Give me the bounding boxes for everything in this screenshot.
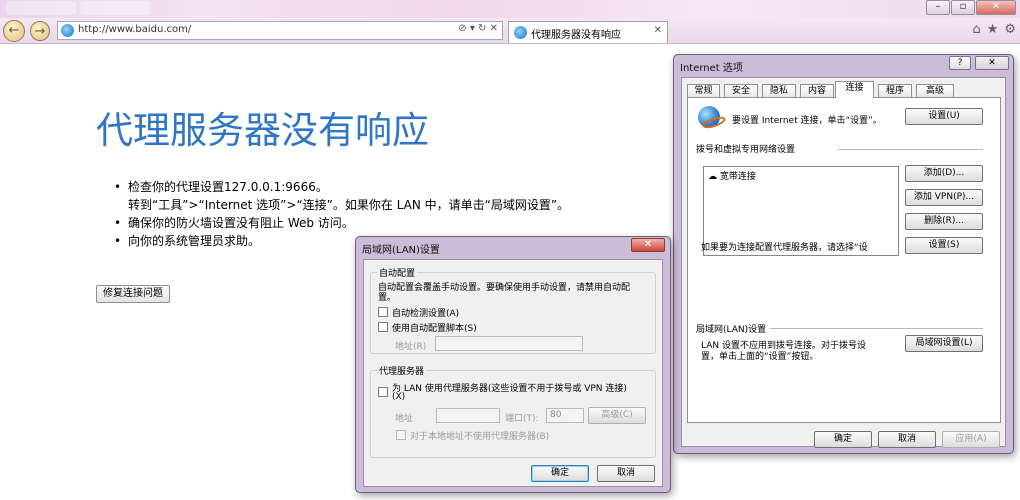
window-controls: – ▫ ✕	[925, 0, 1016, 15]
list-item-label: 宽带连接	[719, 172, 756, 182]
ok-button[interactable]: 确定	[531, 465, 589, 482]
help-button[interactable]: ?	[949, 56, 971, 70]
proxy-address-label: 地址	[395, 414, 414, 424]
forward-arrow-icon: →	[34, 24, 46, 39]
globe-icon	[698, 106, 720, 128]
bypass-local-label[interactable]: 对于本地地址不使用代理服务器(B)	[410, 429, 549, 442]
advanced-button[interactable]: 高级(C)	[588, 407, 646, 424]
auto-config-text: 置。	[378, 293, 397, 303]
dialog-body: 自动配置 自动配置会覆盖手动设置。要确保使用手动设置，请禁用自动配 置。 自动检…	[363, 259, 663, 487]
tab-content[interactable]: 内容	[800, 84, 834, 98]
divider	[770, 328, 983, 329]
close-window-button[interactable]: ✕	[976, 0, 1016, 15]
settings-button[interactable]: 设置(S)	[905, 237, 983, 254]
group-title: 代理服务器	[377, 364, 427, 377]
close-dialog-button[interactable]: ✕	[975, 56, 1009, 70]
use-proxy-label[interactable]: (X)	[392, 392, 405, 402]
list-item: 检查你的代理设置127.0.0.1:9666。 转到“工具”>“Internet…	[114, 178, 569, 214]
back-button[interactable]: ←	[3, 20, 25, 42]
proxy-hint-text: 如果要为连接配置代理服务器，请选择“设	[701, 243, 868, 253]
ok-button[interactable]: 确定	[814, 431, 872, 448]
list-item-text: 检查你的代理设置127.0.0.1:9666。	[128, 180, 328, 194]
home-icon[interactable]: ⌂	[972, 22, 980, 37]
list-item-text: 转到“工具”>“Internet 选项”>“连接”。如果你在 LAN 中，请单击…	[128, 198, 570, 212]
cancel-button[interactable]: 取消	[597, 465, 655, 482]
tab-programs[interactable]: 程序	[878, 84, 912, 98]
connections-panel: 要设置 Internet 连接，单击“设置”。 设置(U) 拨号和虚拟专用网络设…	[687, 97, 1001, 423]
bypass-local-checkbox[interactable]	[396, 430, 406, 440]
list-item[interactable]: ☁ 宽带连接	[708, 169, 756, 182]
dialog-title: Internet 选项	[680, 63, 743, 74]
script-address-label: 地址(R)	[395, 342, 427, 352]
tab-security[interactable]: 安全	[724, 84, 758, 98]
setup-button[interactable]: 设置(U)	[905, 108, 983, 125]
auto-detect-label[interactable]: 自动检测设置(A)	[392, 306, 459, 319]
tab-general[interactable]: 常规	[687, 84, 720, 98]
fix-connection-button[interactable]: 修复连接问题	[96, 285, 170, 303]
favorites-bar: ⌂ ★ ⚙	[972, 22, 1016, 37]
navigation-bar: ← → http://www.baidu.com/ ⊘ ▾ ↻ ✕ 代理服务器没…	[0, 18, 1020, 44]
ie-tab-icon	[514, 26, 527, 39]
address-text[interactable]: http://www.baidu.com/	[78, 24, 191, 35]
cancel-button[interactable]: 取消	[878, 431, 936, 448]
tab-connections[interactable]: 连接	[835, 81, 874, 98]
address-bar[interactable]: http://www.baidu.com/ ⊘ ▾ ↻ ✕	[57, 21, 503, 40]
script-address-input[interactable]	[435, 336, 583, 351]
use-proxy-checkbox[interactable]	[378, 387, 388, 397]
address-tools[interactable]: ⊘ ▾ ↻ ✕	[458, 23, 498, 34]
forward-button[interactable]: →	[30, 21, 50, 41]
divider	[838, 149, 983, 150]
lan-settings-dialog: 局域网(LAN)设置 ✕ 自动配置 自动配置会覆盖手动设置。要确保使用手动设置，…	[355, 236, 671, 493]
port-label: 端口(T):	[505, 414, 539, 424]
auto-detect-checkbox[interactable]	[378, 307, 388, 317]
dialup-header: 拨号和虚拟专用网络设置	[696, 145, 796, 155]
apply-button[interactable]: 应用(A)	[942, 431, 1000, 448]
use-script-checkbox[interactable]	[378, 322, 388, 332]
group-title: 自动配置	[377, 266, 418, 279]
use-proxy-label[interactable]: 为 LAN 使用代理服务器(这些设置不用于拨号或 VPN 连接)	[392, 381, 627, 394]
tab-close-icon[interactable]: ✕	[654, 25, 662, 36]
page-title: 代理服务器没有响应	[96, 109, 429, 152]
tab-privacy[interactable]: 隐私	[762, 84, 796, 98]
auto-config-text: 自动配置会覆盖手动设置。要确保使用手动设置，请禁用自动配	[378, 283, 631, 293]
lan-text: 置，单击上面的“设置”按钮。	[701, 352, 819, 362]
ie-page-icon	[61, 24, 74, 37]
minimize-button[interactable]: –	[926, 0, 950, 15]
tab-title: 代理服务器没有响应	[531, 30, 621, 41]
auto-config-group: 自动配置 自动配置会覆盖手动设置。要确保使用手动设置，请禁用自动配 置。 自动检…	[370, 266, 656, 354]
use-script-label[interactable]: 使用自动配置脚本(S)	[392, 321, 477, 334]
gear-icon[interactable]: ⚙	[1004, 22, 1016, 37]
background-tab[interactable]	[80, 1, 150, 15]
tab-advanced[interactable]: 高级	[916, 84, 954, 98]
broadband-icon: ☁	[708, 172, 717, 182]
proxy-address-input[interactable]	[436, 408, 500, 423]
port-input[interactable]: 80	[546, 408, 584, 423]
back-arrow-icon: ←	[8, 23, 20, 38]
lan-settings-button[interactable]: 局域网设置(L)	[905, 335, 983, 352]
dialog-body: 常规 安全 隐私 内容 连接 程序 高级 要设置 Internet 连接，单击“…	[681, 77, 1006, 448]
background-tab[interactable]	[6, 1, 76, 15]
internet-options-dialog: Internet 选项 ? ✕ 常规 安全 隐私 内容 连接 程序 高级 要设置…	[673, 54, 1014, 454]
window-titlebar: – ▫ ✕	[0, 0, 1020, 18]
proxy-group: 代理服务器 为 LAN 使用代理服务器(这些设置不用于拨号或 VPN 连接) (…	[370, 364, 656, 458]
remove-button[interactable]: 删除(R)...	[905, 213, 983, 230]
close-dialog-button[interactable]: ✕	[631, 238, 665, 252]
list-item: 确保你的防火墙设置没有阻止 Web 访问。	[114, 214, 569, 232]
maximize-button[interactable]: ▫	[951, 0, 975, 15]
list-item-text: 确保你的防火墙设置没有阻止 Web 访问。	[128, 216, 354, 230]
lan-header: 局域网(LAN)设置	[696, 325, 767, 335]
star-icon[interactable]: ★	[987, 22, 999, 37]
tab-active[interactable]: 代理服务器没有响应 ✕	[508, 21, 668, 43]
setup-text: 要设置 Internet 连接，单击“设置”。	[732, 116, 882, 126]
dialog-title: 局域网(LAN)设置	[362, 245, 440, 256]
add-vpn-button[interactable]: 添加 VPN(P)...	[905, 189, 983, 206]
add-button[interactable]: 添加(D)...	[905, 165, 983, 182]
